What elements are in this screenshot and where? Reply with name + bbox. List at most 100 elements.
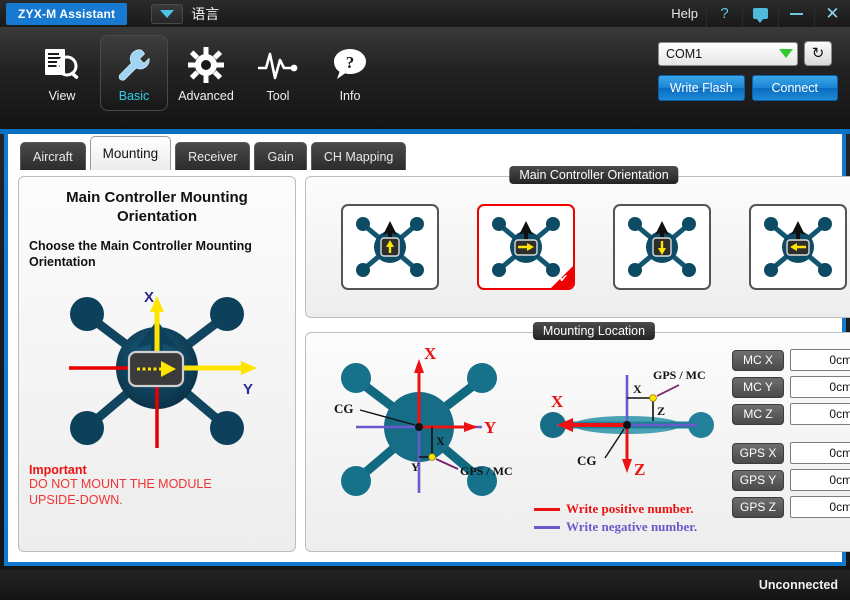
svg-text:GPS / MC: GPS / MC (460, 464, 513, 478)
triangle-down-icon (160, 9, 175, 18)
minimize-icon (790, 12, 803, 15)
application-window: ZYX-M Assistant 语言 Help ? ✕ View Basic A… (0, 0, 850, 600)
spinner-value: 0cm (829, 446, 850, 460)
toolbar-item-view[interactable]: View (28, 35, 96, 111)
legend-positive: Write positive number. (534, 501, 697, 517)
field-row-gps-x: GPS X 0cm ▲▼ (732, 442, 850, 464)
feedback-button[interactable] (742, 0, 778, 27)
hexacopter-orientation-diagram: X Y (29, 276, 285, 461)
gear-icon (186, 43, 226, 87)
status-bar: Unconnected (0, 570, 850, 600)
legend-positive-label: Write positive number. (566, 501, 694, 516)
wrench-icon (114, 43, 154, 87)
mounting-warning: Important DO NOT MOUNT THE MODULE UPSIDE… (29, 463, 285, 508)
field-row-gps-z: GPS Z 0cm ▲▼ (732, 496, 850, 518)
mounting-location-panel: Mounting Location CG X Y X Y GPS / MC CG… (305, 322, 850, 552)
spinner-value: 0cm (829, 353, 850, 367)
spinner-mc-x[interactable]: 0cm ▲▼ (790, 349, 850, 371)
app-title: ZYX-M Assistant (6, 2, 128, 25)
svg-text:CG: CG (334, 401, 354, 416)
warning-line-2: UPSIDE-DOWN. (29, 492, 123, 507)
help-button[interactable]: ? (706, 0, 742, 27)
language-selector[interactable]: 语言 (151, 3, 220, 24)
toolbar-item-basic[interactable]: Basic (100, 35, 168, 111)
side-view-diagram: CG X Z X Z GPS / MC (540, 368, 714, 479)
tab-ch-mapping[interactable]: CH Mapping (310, 142, 407, 170)
toolbar-item-label: Advanced (178, 89, 234, 103)
panel-title: Mounting Location (532, 322, 656, 340)
spinner-gps-y[interactable]: 0cm ▲▼ (790, 469, 850, 491)
field-row-mc-y: MC Y 0cm ▲▼ (732, 376, 850, 398)
legend-negative: Write negative number. (534, 519, 697, 535)
sign-legend: Write positive number. Write negative nu… (534, 499, 697, 535)
com-port-select[interactable]: COM1 (658, 41, 798, 66)
legend-positive-swatch (534, 507, 560, 511)
spinner-value: 0cm (829, 500, 850, 514)
main-toolbar: View Basic Advanced Tool ? Info COM1 ↻ W… (0, 27, 850, 129)
field-label-mc-z: MC Z (732, 403, 784, 425)
orientation-option-left[interactable] (749, 204, 847, 290)
offset-fields: MC X 0cm ▲▼ MC Y 0cm ▲▼ (732, 347, 850, 541)
svg-text:CG: CG (577, 453, 597, 468)
spinner-gps-x[interactable]: 0cm ▲▼ (790, 442, 850, 464)
axis-x-label: X (144, 289, 154, 306)
write-flash-button[interactable]: Write Flash (658, 75, 745, 101)
location-diagrams: CG X Y X Y GPS / MC CG X Z X Z GPS / MC … (312, 347, 732, 541)
document-search-icon (42, 43, 82, 87)
field-row-mc-z: MC Z 0cm ▲▼ (732, 403, 850, 425)
close-button[interactable]: ✕ (814, 0, 850, 27)
toolbar-item-label: Info (339, 89, 361, 103)
field-label-gps-y: GPS Y (732, 469, 784, 491)
svg-text:X: X (424, 347, 437, 363)
spinner-mc-z[interactable]: 0cm ▲▼ (790, 403, 850, 425)
port-row: COM1 ↻ (658, 41, 838, 66)
tab-mounting[interactable]: Mounting (89, 136, 172, 170)
connection-status: Unconnected (758, 578, 838, 592)
warning-line-1: DO NOT MOUNT THE MODULE (29, 477, 212, 491)
field-label-mc-y: MC Y (732, 376, 784, 398)
language-label: 语言 (191, 5, 220, 22)
question-mark-icon: ? (720, 5, 729, 22)
content-frame: Aircraft Mounting Receiver Gain CH Mappi… (4, 134, 850, 566)
field-label-gps-z: GPS Z (732, 496, 784, 518)
toolbar-item-label: View (48, 89, 76, 103)
language-dropdown-button[interactable] (151, 3, 184, 24)
tab-receiver[interactable]: Receiver (175, 142, 251, 170)
toolbar-item-tool[interactable]: Tool (244, 35, 312, 111)
axis-y-label: Y (243, 381, 253, 398)
tab-bar: Aircraft Mounting Receiver Gain CH Mappi… (8, 134, 842, 170)
window-controls: Help ? ✕ (663, 0, 850, 27)
orientation-option-right[interactable]: ✔ (477, 204, 575, 290)
panel-title: Main Controller Orientation (509, 166, 679, 184)
toolbar-item-advanced[interactable]: Advanced (172, 35, 240, 111)
title-bar: ZYX-M Assistant 语言 Help ? ✕ (0, 0, 850, 27)
legend-negative-label: Write negative number. (566, 519, 698, 534)
spinner-mc-y[interactable]: 0cm ▲▼ (790, 376, 850, 398)
svg-text:X: X (436, 434, 445, 448)
connection-controls: COM1 ↻ Write Flash Connect (658, 41, 838, 101)
svg-text:X: X (633, 382, 642, 396)
orientation-option-down[interactable] (613, 204, 711, 290)
refresh-ports-button[interactable]: ↻ (804, 41, 832, 66)
field-row-gps-y: GPS Y 0cm ▲▼ (732, 469, 850, 491)
chevron-down-icon (779, 49, 793, 58)
connect-button[interactable]: Connect (751, 75, 838, 101)
close-icon: ✕ (825, 3, 840, 23)
main-controller-orientation-panel: Main Controller Orientation ✔ (305, 166, 850, 318)
spinner-gps-z[interactable]: 0cm ▲▼ (790, 496, 850, 518)
field-row-mc-x: MC X 0cm ▲▼ (732, 349, 850, 371)
toolbar-item-info[interactable]: ? Info (316, 35, 384, 111)
top-view-diagram: CG X Y X Y GPS / MC (334, 347, 513, 496)
tab-aircraft[interactable]: Aircraft (20, 142, 86, 170)
svg-text:Y: Y (484, 418, 496, 437)
toolbar-item-label: Tool (266, 89, 290, 103)
action-buttons: Write Flash Connect (658, 75, 838, 101)
help-label[interactable]: Help (663, 6, 706, 21)
question-bubble-icon: ? (330, 43, 370, 87)
orientation-option-up[interactable] (341, 204, 439, 290)
svg-text:Z: Z (634, 460, 645, 479)
tab-gain[interactable]: Gain (254, 142, 307, 170)
minimize-button[interactable] (778, 0, 814, 27)
mounting-orientation-info-panel: Main Controller Mounting Orientation Cho… (18, 176, 296, 552)
panel-subtitle: Choose the Main Controller Mounting Orie… (29, 238, 252, 269)
